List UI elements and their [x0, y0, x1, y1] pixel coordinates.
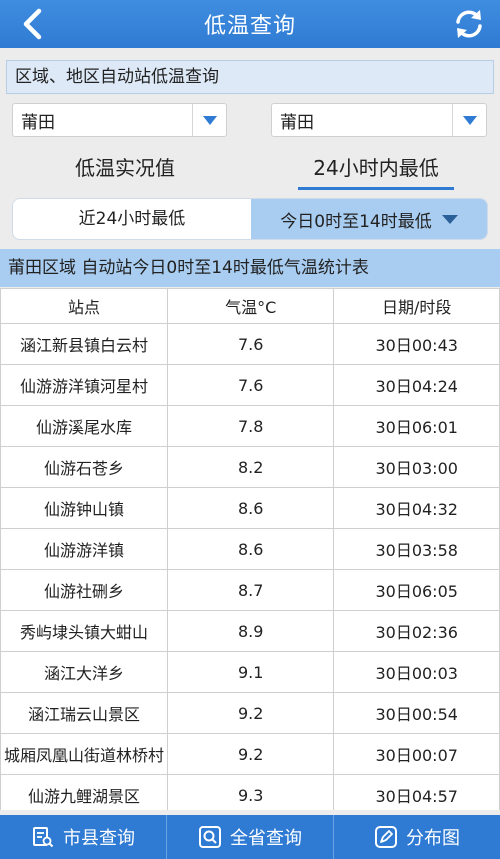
station-cell: 仙游钟山镇: [0, 487, 168, 529]
temp-cell: 9.2: [166, 692, 335, 734]
caret-down-icon: [441, 214, 458, 224]
station-cell: 涵江瑞云山景区: [0, 692, 168, 734]
document-search-icon: [33, 827, 54, 848]
table-row[interactable]: 仙游溪尾水库 7.8 30日06:01: [0, 405, 500, 447]
dropdown-arrow-icon[interactable]: [452, 104, 486, 136]
time-cell: 30日04:32: [333, 487, 500, 529]
search-icon: [199, 826, 221, 848]
column-header-temp: 气温°C: [166, 288, 335, 324]
temp-cell: 9.3: [166, 774, 335, 810]
station-cell: 城厢凤凰山街道林桥村: [0, 733, 168, 775]
temp-cell: 8.6: [166, 528, 335, 570]
section-title: 区域、地区自动站低温查询: [6, 60, 494, 94]
table-caption: 莆田区域 自动站今日0时至14时最低气温统计表: [0, 249, 500, 287]
temp-cell: 7.8: [166, 405, 335, 447]
app-header: 低温查询: [0, 0, 500, 48]
tab-24h-min[interactable]: 24小时内最低: [298, 150, 454, 190]
table-row[interactable]: 仙游游洋镇河星村 7.6 30日04:24: [0, 364, 500, 406]
temp-cell: 8.7: [166, 569, 335, 611]
time-cell: 30日00:07: [333, 733, 500, 775]
table-row[interactable]: 涵江新县镇白云村 7.6 30日00:43: [0, 323, 500, 365]
table-row[interactable]: 涵江瑞云山景区 9.2 30日00:54: [0, 692, 500, 734]
table-header-row: 站点 气温°C 日期/时段: [0, 288, 500, 324]
back-arrow-icon: [23, 8, 42, 40]
area-select-value: 莆田: [280, 112, 314, 133]
station-cell: 仙游溪尾水库: [0, 405, 168, 447]
station-cell: 涵江大洋乡: [0, 651, 168, 693]
time-cell: 30日06:05: [333, 569, 500, 611]
time-cell: 30日03:00: [333, 446, 500, 488]
time-cell: 30日06:01: [333, 405, 500, 447]
table-row[interactable]: 仙游钟山镇 8.6 30日04:32: [0, 487, 500, 529]
station-cell: 仙游游洋镇河星村: [0, 364, 168, 406]
nav-county-query[interactable]: 市县查询: [0, 815, 167, 859]
station-cell: 仙游石苍乡: [0, 446, 168, 488]
nav-province-query[interactable]: 全省查询: [167, 815, 334, 859]
data-table[interactable]: 站点 气温°C 日期/时段 涵江新县镇白云村 7.6 30日00:43 仙游游洋镇河…: [0, 288, 500, 810]
region-select[interactable]: 莆田: [12, 103, 227, 137]
station-cell: 仙游社硎乡: [0, 569, 168, 611]
table-row[interactable]: 仙游九鲤湖景区 9.3 30日04:57: [0, 774, 500, 810]
nav-map-label: 分布图: [406, 828, 460, 849]
table-row[interactable]: 仙游游洋镇 8.6 30日03:58: [0, 528, 500, 570]
table-row[interactable]: 秀屿埭头镇大蚶山 8.9 30日02:36: [0, 610, 500, 652]
bottom-nav: 市县查询 全省查询 分布图: [0, 815, 500, 859]
segment-today-label: 今日0时至14时最低: [280, 211, 432, 232]
station-cell: 仙游游洋镇: [0, 528, 168, 570]
area-select[interactable]: 莆田: [271, 103, 487, 137]
table-row[interactable]: 仙游社硎乡 8.7 30日06:05: [0, 569, 500, 611]
dropdown-arrow-icon[interactable]: [192, 104, 226, 136]
page-title: 低温查询: [203, 14, 296, 39]
segment-today[interactable]: 今日0时至14时最低: [251, 199, 487, 239]
time-cell: 30日03:58: [333, 528, 500, 570]
temp-cell: 7.6: [166, 323, 335, 365]
refresh-button[interactable]: [450, 5, 488, 43]
station-cell: 仙游九鲤湖景区: [0, 774, 168, 810]
temp-cell: 9.1: [166, 651, 335, 693]
segment-last-24h[interactable]: 近24小时最低: [13, 199, 251, 239]
temp-cell: 8.9: [166, 610, 335, 652]
time-cell: 30日04:57: [333, 774, 500, 810]
time-cell: 30日00:43: [333, 323, 500, 365]
time-cell: 30日00:54: [333, 692, 500, 734]
back-button[interactable]: [14, 6, 50, 42]
nav-province-label: 全省查询: [230, 828, 302, 849]
nav-county-label: 市县查询: [63, 828, 135, 849]
table-row[interactable]: 城厢凤凰山街道林桥村 9.2 30日00:07: [0, 733, 500, 775]
region-select-value: 莆田: [21, 112, 55, 133]
nav-distribution-map[interactable]: 分布图: [334, 815, 500, 859]
temp-cell: 9.2: [166, 733, 335, 775]
time-range-segment: 近24小时最低 今日0时至14时最低: [12, 198, 488, 240]
table-row[interactable]: 涵江大洋乡 9.1 30日00:03: [0, 651, 500, 693]
temp-cell: 7.6: [166, 364, 335, 406]
time-cell: 30日00:03: [333, 651, 500, 693]
station-cell: 秀屿埭头镇大蚶山: [0, 610, 168, 652]
temp-cell: 8.2: [166, 446, 335, 488]
station-cell: 涵江新县镇白云村: [0, 323, 168, 365]
column-header-time: 日期/时段: [333, 288, 500, 324]
tab-live-low-temp[interactable]: 低温实况值: [30, 150, 220, 190]
temp-cell: 8.6: [166, 487, 335, 529]
column-header-station: 站点: [0, 288, 168, 324]
time-cell: 30日04:24: [333, 364, 500, 406]
time-cell: 30日02:36: [333, 610, 500, 652]
refresh-icon: [456, 10, 482, 38]
map-edit-icon: [375, 826, 397, 848]
table-row[interactable]: 仙游石苍乡 8.2 30日03:00: [0, 446, 500, 488]
